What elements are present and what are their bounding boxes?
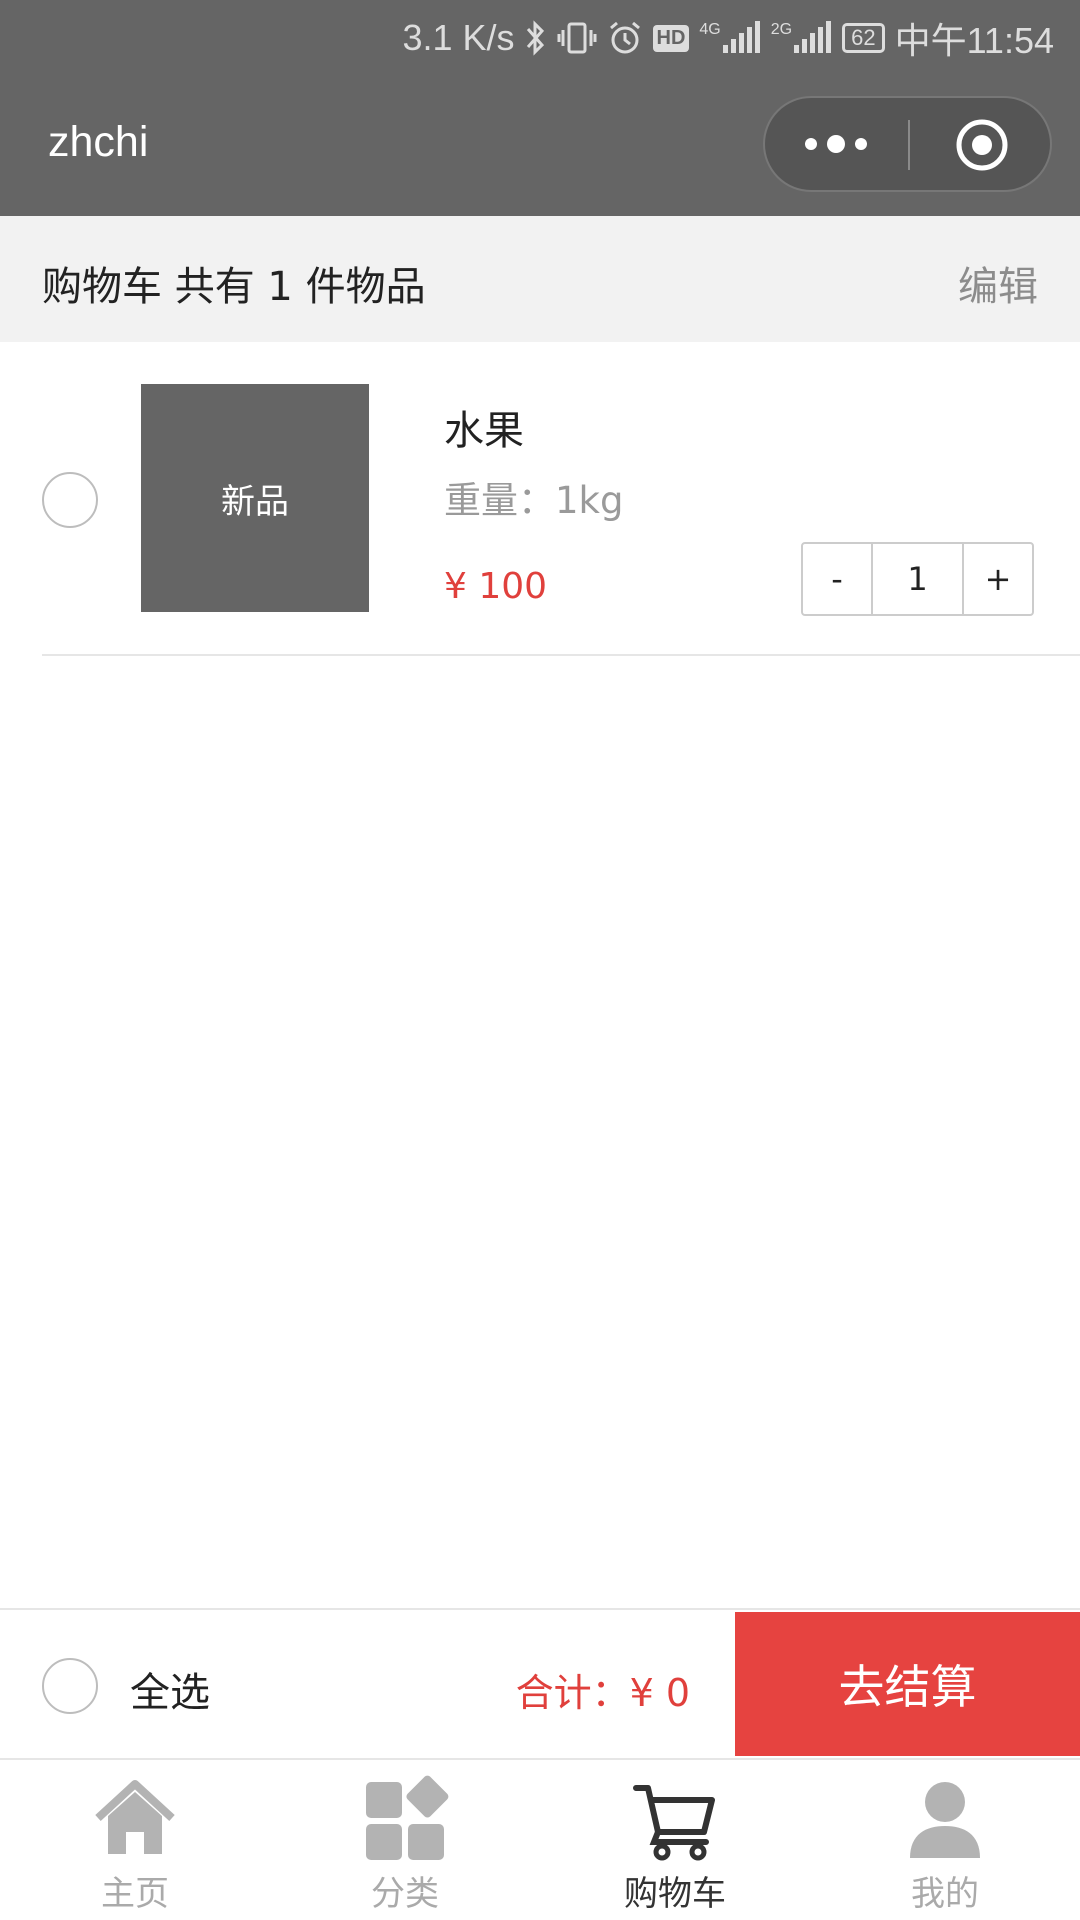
tab-category[interactable]: 分类: [270, 1760, 540, 1920]
net-type-4g: 4G: [699, 21, 721, 38]
item-divider: [42, 654, 1080, 656]
quantity-stepper: - 1 +: [801, 542, 1034, 616]
product-spec: 重量：1kg: [444, 479, 624, 522]
checkout-button[interactable]: 去结算: [735, 1612, 1080, 1756]
mini-program-capsule: [763, 96, 1052, 192]
status-bar: 3.1 K/s HD 4G 2G 62 中午11:54: [402, 10, 1054, 66]
battery-icon: 62: [842, 23, 885, 53]
app-title: zhchi: [48, 118, 149, 166]
net-type-2g: 2G: [770, 21, 793, 38]
thumbnail-label: 新品: [221, 481, 289, 522]
hd-badge: HD: [652, 24, 690, 52]
item-select-radio[interactable]: [42, 472, 98, 528]
product-thumbnail[interactable]: 新品: [141, 384, 369, 612]
tab-bar: 主页 分类 购物车 我的: [0, 1758, 1080, 1920]
battery-level: 62: [851, 25, 876, 50]
cart-icon: [630, 1774, 720, 1864]
net-speed: 3.1 K/s: [402, 17, 515, 58]
clock: 中午11:54: [894, 20, 1054, 61]
capsule-divider: [908, 120, 910, 170]
quantity-value[interactable]: 1: [873, 544, 964, 614]
alarm-icon: [607, 20, 643, 56]
vibrate-icon: [557, 20, 597, 56]
tab-home-label: 主页: [101, 1874, 169, 1914]
checkout-bar: 全选 合计：¥ 0 去结算: [0, 1608, 1080, 1758]
tab-profile[interactable]: 我的: [810, 1760, 1080, 1920]
tab-category-label: 分类: [371, 1874, 439, 1914]
cart-item: 新品 水果 重量：1kg ¥ 100 - 1 +: [0, 342, 1080, 656]
product-price: ¥ 100: [444, 566, 548, 607]
decrease-button[interactable]: -: [803, 544, 873, 614]
target-circle-icon[interactable]: [955, 118, 1009, 172]
tab-cart-label: 购物车: [624, 1874, 726, 1914]
bluetooth-icon: [525, 20, 547, 56]
select-all-label[interactable]: 全选: [130, 1660, 210, 1718]
signal-2g-icon: 2G: [771, 21, 832, 55]
signal-4g-icon: 4G: [699, 21, 760, 55]
select-all-radio[interactable]: [42, 1658, 98, 1714]
total-price: 合计：¥ 0: [515, 1671, 690, 1715]
cart-header: 购物车 共有 1 件物品 编辑: [0, 216, 1080, 342]
tab-home[interactable]: 主页: [0, 1760, 270, 1920]
tab-cart[interactable]: 购物车: [540, 1760, 810, 1920]
increase-button[interactable]: +: [964, 544, 1032, 614]
top-bar: 3.1 K/s HD 4G 2G 62 中午11:54 zhchi: [0, 0, 1080, 216]
category-icon: [360, 1774, 450, 1864]
product-name: 水果: [444, 408, 524, 454]
tab-profile-label: 我的: [911, 1874, 979, 1914]
home-icon: [90, 1774, 180, 1864]
more-dots-icon[interactable]: [765, 98, 907, 190]
cart-summary: 购物车 共有 1 件物品: [42, 264, 426, 310]
person-icon: [900, 1774, 990, 1864]
edit-button[interactable]: 编辑: [958, 254, 1038, 312]
